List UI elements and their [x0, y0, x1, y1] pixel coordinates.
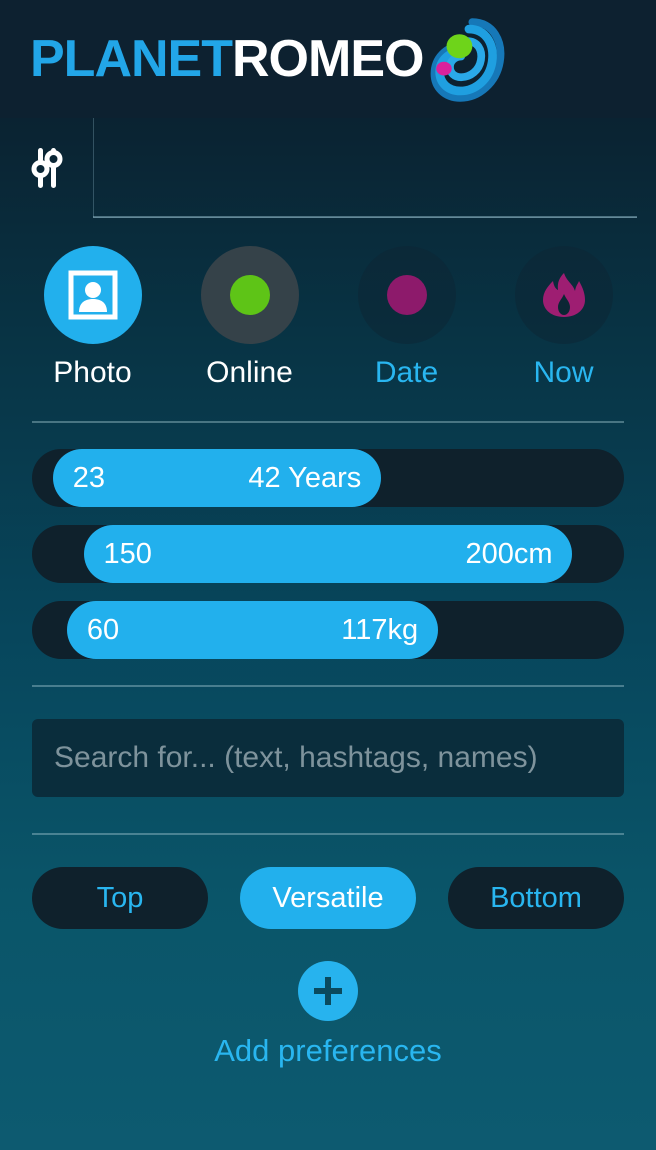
sliders-icon [31, 148, 62, 188]
brand-word-planet: PLANET [30, 30, 233, 88]
slider-min-value: 150 [103, 537, 152, 570]
slider-max-value: 200cm [465, 537, 553, 570]
slider-fill[interactable]: 150 200cm [83, 525, 573, 583]
slider-height[interactable]: 150 200cm [0, 525, 656, 583]
divider-bottom [32, 833, 624, 835]
romeo-orb-icon [431, 18, 505, 102]
purple-dot-icon [386, 275, 427, 315]
now-circle[interactable] [514, 246, 613, 344]
divider-top [32, 421, 624, 423]
quick-filter-label: Date [374, 356, 439, 389]
flame-icon [542, 273, 585, 317]
quick-filter-now[interactable]: Now [485, 246, 642, 388]
add-preferences-section[interactable]: Add preferences [0, 961, 656, 1069]
slider-age[interactable]: 23 42 Years [0, 449, 656, 507]
slider-max-value: 117kg [341, 613, 419, 646]
tab-empty-area [93, 118, 637, 218]
quick-filter-label: Online [206, 356, 293, 389]
slider-track[interactable]: 23 42 Years [32, 449, 624, 507]
brand-word-romeo: ROMEO [232, 30, 424, 88]
quick-filter-label: Now [533, 356, 594, 389]
quick-filter-online[interactable]: Online [171, 246, 328, 388]
add-preferences-label: Add preferences [214, 1033, 442, 1068]
divider-middle [32, 685, 624, 687]
photo-circle[interactable] [43, 246, 142, 344]
slider-weight[interactable]: 60 117kg [0, 601, 656, 659]
slider-fill[interactable]: 23 42 Years [52, 449, 382, 507]
plus-icon [314, 977, 342, 1005]
online-circle[interactable] [200, 246, 299, 344]
green-dot-icon [229, 275, 270, 315]
app-header: PLANETROMEO [0, 0, 656, 118]
add-preferences-button[interactable] [298, 961, 358, 1021]
slider-max-value: 42 Years [248, 461, 362, 494]
role-button-top[interactable]: Top [32, 867, 208, 929]
quick-filter-date[interactable]: Date [328, 246, 485, 388]
slider-fill[interactable]: 60 117kg [66, 601, 439, 659]
tab-strip [0, 118, 656, 218]
slider-min-value: 60 [86, 613, 120, 646]
role-button-versatile[interactable]: Versatile [240, 867, 416, 929]
quick-filter-label: Photo [53, 356, 132, 389]
search-section [0, 719, 656, 797]
tab-filters[interactable] [0, 118, 93, 218]
quick-filter-row: Photo Online Date Now [0, 246, 656, 388]
search-input[interactable] [32, 719, 624, 797]
slider-track[interactable]: 60 117kg [32, 601, 624, 659]
brand-logo: PLANETROMEO [30, 15, 505, 103]
date-circle[interactable] [357, 246, 456, 344]
tab-underline [93, 216, 637, 218]
role-button-bottom[interactable]: Bottom [448, 867, 624, 929]
slider-min-value: 23 [72, 461, 105, 494]
quick-filter-photo[interactable]: Photo [14, 246, 171, 388]
role-button-group: Top Versatile Bottom [0, 867, 656, 929]
range-sliders: 23 42 Years 150 200cm 60 117kg [0, 449, 656, 659]
brand-wordmark: PLANETROMEO [30, 30, 424, 88]
photo-portrait-icon [68, 270, 117, 320]
slider-track[interactable]: 150 200cm [32, 525, 624, 583]
